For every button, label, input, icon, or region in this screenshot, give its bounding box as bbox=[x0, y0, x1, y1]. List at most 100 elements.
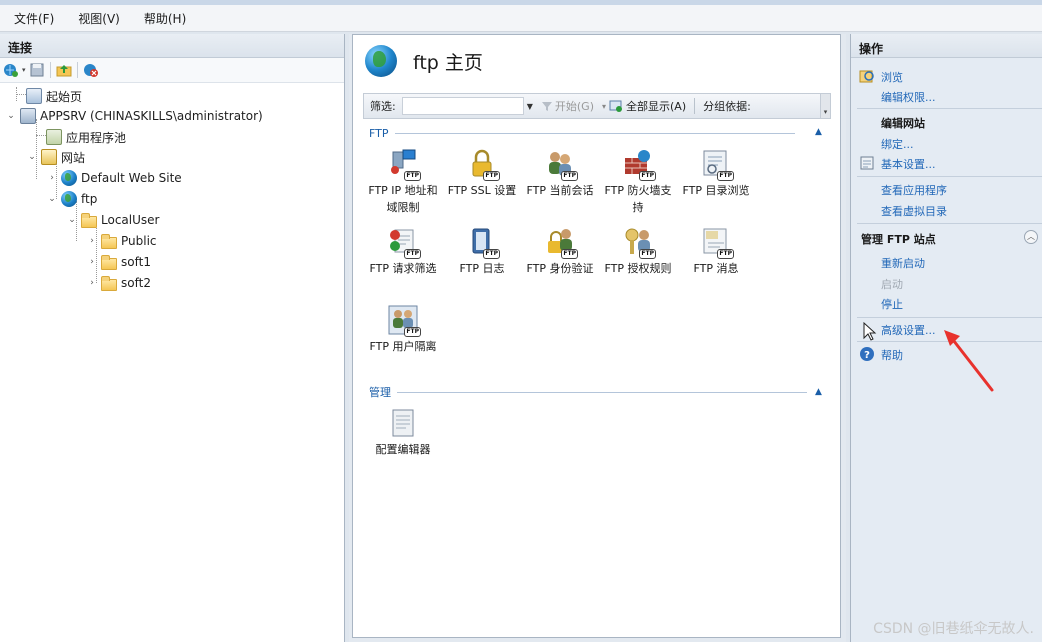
filter-input[interactable] bbox=[401, 97, 524, 115]
connect-dropdown-icon[interactable]: ▾ bbox=[22, 66, 26, 74]
menu-bar: 文件(F) 视图(V) 帮助(H) bbox=[0, 5, 1042, 32]
disconnect-icon[interactable] bbox=[83, 62, 99, 78]
chevron-down-icon[interactable]: ⌄ bbox=[47, 194, 57, 204]
show-all-button[interactable]: ▾ 全部显示(A) bbox=[602, 98, 686, 114]
tree-item-start-page[interactable]: 起始页 bbox=[26, 86, 82, 106]
connect-icon[interactable] bbox=[3, 62, 19, 78]
server-icon bbox=[20, 108, 36, 124]
feature-configuration-editor[interactable]: 配置编辑器 bbox=[365, 407, 441, 458]
tree-item-sites[interactable]: ⌄ 网站 bbox=[27, 147, 85, 167]
dropdown-arrow-icon: ▾ bbox=[601, 101, 606, 111]
ftp-badge: FTP bbox=[639, 171, 656, 181]
action-browse[interactable]: 浏览 bbox=[881, 69, 903, 85]
action-stop[interactable]: 停止 bbox=[881, 296, 903, 312]
actions-section-manage-ftp: 管理 FTP 站点 bbox=[861, 233, 936, 246]
chevron-right-icon[interactable]: › bbox=[87, 236, 97, 246]
tree-item-public[interactable]: › Public bbox=[87, 231, 157, 251]
ftp-ssl-icon: FTP bbox=[466, 148, 500, 181]
watermark: CSDN @旧巷纸伞无故人. bbox=[873, 621, 1034, 637]
ftp-sessions-icon: FTP bbox=[544, 148, 578, 181]
toolbar-overflow-icon[interactable]: ▾ bbox=[820, 94, 830, 118]
feature-label: FTP 请求筛选 bbox=[369, 262, 437, 275]
chevron-right-icon[interactable]: › bbox=[87, 257, 97, 267]
chevron-down-icon[interactable]: ⌄ bbox=[27, 152, 37, 162]
menu-file[interactable]: 文件(F) bbox=[14, 10, 54, 27]
ftp-badge: FTP bbox=[561, 249, 578, 259]
ftp-request-filtering-icon: FTP bbox=[387, 226, 421, 259]
tree-item-soft2[interactable]: › soft2 bbox=[87, 273, 151, 293]
tree-item-ftp[interactable]: ⌄ ftp bbox=[47, 189, 97, 209]
ftp-user-isolation-icon: FTP bbox=[387, 304, 421, 337]
feature-ftp-authorization[interactable]: FTP FTP 授权规则 bbox=[600, 226, 676, 277]
feature-label: 配置编辑器 bbox=[375, 443, 431, 456]
tree-item-soft1[interactable]: › soft1 bbox=[87, 252, 151, 272]
group-divider bbox=[394, 132, 795, 134]
collapse-up-icon[interactable]: ︿ bbox=[1024, 230, 1038, 244]
tree-item-default-web-site[interactable]: › Default Web Site bbox=[47, 168, 182, 188]
group-header-manage[interactable]: 管理 bbox=[369, 385, 807, 399]
action-help[interactable]: 帮助 bbox=[881, 347, 903, 363]
action-advanced-settings[interactable]: 高级设置... bbox=[881, 322, 936, 338]
group-header-ftp[interactable]: FTP bbox=[369, 126, 807, 140]
menu-help[interactable]: 帮助(H) bbox=[144, 10, 186, 27]
action-start[interactable]: 启动 bbox=[881, 276, 903, 292]
actions-divider bbox=[857, 176, 1042, 177]
toolbar-separator bbox=[694, 98, 696, 114]
feature-label: FTP 消息 bbox=[693, 262, 739, 275]
action-view-applications[interactable]: 查看应用程序 bbox=[881, 182, 947, 198]
feature-ftp-logging[interactable]: FTP FTP 日志 bbox=[444, 226, 520, 277]
up-level-icon[interactable] bbox=[56, 62, 72, 78]
feature-ftp-sessions[interactable]: FTP FTP 当前会话 bbox=[522, 148, 598, 199]
feature-ftp-ssl[interactable]: FTP FTP SSL 设置 bbox=[444, 148, 520, 199]
chevron-right-icon[interactable]: › bbox=[47, 173, 57, 183]
ftp-directory-browsing-icon: FTP bbox=[700, 148, 734, 181]
action-view-virtual-directories[interactable]: 查看虚拟目录 bbox=[881, 203, 947, 219]
tree-item-app-pools[interactable]: 应用程序池 bbox=[46, 127, 126, 147]
ftp-ip-restriction-icon: FTP bbox=[387, 148, 421, 181]
ftp-badge: FTP bbox=[404, 327, 421, 337]
chevron-down-icon[interactable]: ⌄ bbox=[67, 215, 77, 225]
collapse-up-icon[interactable]: ▲ bbox=[815, 127, 822, 137]
action-basic-settings[interactable]: 基本设置... bbox=[881, 156, 936, 172]
save-icon[interactable] bbox=[29, 62, 45, 78]
action-edit-permissions[interactable]: 编辑权限... bbox=[881, 89, 936, 105]
feature-label: FTP SSL 设置 bbox=[447, 184, 517, 197]
feature-ftp-authentication[interactable]: FTP FTP 身份验证 bbox=[522, 226, 598, 277]
tree-item-label: LocalUser bbox=[101, 213, 160, 227]
start-filter-button[interactable]: 开始(G) bbox=[541, 98, 594, 114]
menu-view[interactable]: 视图(V) bbox=[78, 10, 120, 27]
annotation-arrow-line bbox=[948, 334, 994, 392]
feature-ftp-directory-browsing[interactable]: FTP FTP 目录浏览 bbox=[678, 148, 754, 199]
ftp-messages-icon: FTP bbox=[700, 226, 734, 259]
toolbar-separator bbox=[76, 62, 78, 78]
globe-icon bbox=[365, 45, 397, 77]
action-bindings[interactable]: 绑定... bbox=[881, 136, 914, 152]
ftp-logging-icon: FTP bbox=[466, 226, 500, 259]
chevron-down-icon[interactable]: ⌄ bbox=[6, 111, 16, 121]
ftp-badge: FTP bbox=[483, 171, 500, 181]
tree-item-server[interactable]: ⌄ APPSRV (CHINASKILLS\administrator) bbox=[6, 106, 263, 126]
folder-icon bbox=[101, 233, 117, 249]
tree-guide bbox=[36, 135, 46, 136]
group-by-button[interactable]: 分组依据: bbox=[703, 98, 751, 114]
chevron-right-icon[interactable]: › bbox=[87, 278, 97, 288]
feature-ftp-firewall[interactable]: FTP FTP 防火墙支持 bbox=[600, 148, 676, 216]
feature-ftp-user-isolation[interactable]: FTP FTP 用户隔离 bbox=[365, 304, 441, 355]
ftp-badge: FTP bbox=[561, 171, 578, 181]
tree-item-label: Default Web Site bbox=[81, 171, 182, 185]
collapse-up-icon[interactable]: ▲ bbox=[815, 387, 822, 397]
feature-ftp-request-filtering[interactable]: FTP FTP 请求筛选 bbox=[365, 226, 441, 277]
group-title: FTP bbox=[369, 126, 389, 140]
actions-section-edit-site: 编辑网站 bbox=[881, 117, 925, 130]
connections-toolbar: ▾ bbox=[0, 58, 344, 83]
ftp-authorization-icon: FTP bbox=[622, 226, 656, 259]
globe-icon bbox=[61, 170, 77, 186]
feature-ftp-ip-restrictions[interactable]: FTP FTP IP 地址和域限制 bbox=[365, 148, 441, 216]
ftp-badge: FTP bbox=[404, 171, 421, 181]
feature-ftp-messages[interactable]: FTP FTP 消息 bbox=[678, 226, 754, 277]
filter-dropdown-icon[interactable]: ▼ bbox=[527, 102, 533, 111]
app-pool-icon bbox=[46, 129, 62, 145]
tree-item-localuser[interactable]: ⌄ LocalUser bbox=[67, 210, 159, 230]
tree-item-label: APPSRV (CHINASKILLS\administrator) bbox=[40, 109, 263, 123]
action-restart[interactable]: 重新启动 bbox=[881, 255, 925, 271]
